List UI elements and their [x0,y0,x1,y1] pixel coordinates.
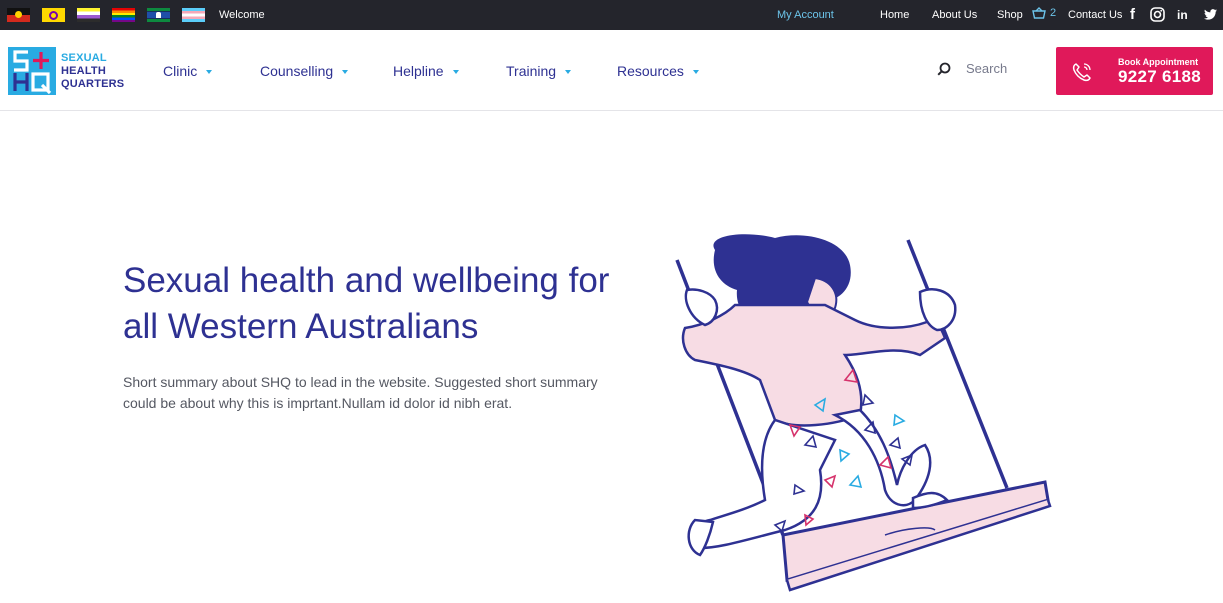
nav-resources[interactable]: Resources [617,63,699,79]
caret-down-icon [342,69,349,74]
basket-link[interactable]: 2 [1032,7,1056,19]
nav-clinic[interactable]: Clinic [163,63,213,79]
nav-helpline[interactable]: Helpline [393,63,459,79]
instagram-icon[interactable] [1150,7,1165,22]
phone-number: 9227 6188 [1118,67,1202,86]
nav-training[interactable]: Training [506,63,572,79]
top-utility-bar: Welcome My Account Home About Us Shop 2 … [0,0,1223,30]
caret-down-icon [206,69,213,74]
caret-down-icon [452,69,459,74]
transgender-flag-icon[interactable] [182,8,205,22]
nav-resources-label: Resources [617,63,684,79]
book-appointment-label: Book Appointment [1118,57,1199,67]
phone-icon [1072,63,1091,82]
torres-strait-islander-flag-icon[interactable] [147,8,170,22]
hero-summary: Short summary about SHQ to lead in the w… [123,374,598,411]
logo-line-2: HEALTH [61,64,106,77]
woman-on-swing-illustration [675,234,1052,592]
nav-counselling-label: Counselling [260,63,334,79]
basket-count: 2 [1050,7,1057,19]
hero-title: Sexual health and wellbeing for all West… [123,261,610,346]
book-appointment-button[interactable]: Book Appointment 9227 6188 [1056,47,1213,95]
main-header: SEXUAL HEALTH QUARTERS Clinic Counsellin… [0,30,1223,111]
about-us-link[interactable]: About Us [932,9,977,21]
home-link[interactable]: Home [880,9,909,21]
welcome-text: Welcome [219,9,265,21]
shop-link[interactable]: Shop [997,9,1023,21]
flag-list [7,8,217,22]
linkedin-icon[interactable]: in [1177,8,1188,22]
facebook-icon[interactable]: f [1130,6,1135,23]
search-label: Search [966,61,1008,76]
my-account-link[interactable]: My Account [777,9,834,21]
nav-training-label: Training [506,63,557,79]
contact-us-link[interactable]: Contact Us [1068,9,1122,21]
intersex-flag-icon[interactable] [42,8,65,22]
nav-clinic-label: Clinic [163,63,198,79]
shq-logo[interactable]: SEXUAL HEALTH QUARTERS [8,47,124,95]
search-icon [937,62,951,76]
twitter-icon[interactable] [1204,9,1217,20]
logo-line-1: SEXUAL [61,51,107,64]
aboriginal-flag-icon[interactable] [7,8,30,22]
basket-icon [1032,7,1046,19]
rainbow-flag-icon[interactable] [112,8,135,22]
shq-logo-mark-icon [8,47,56,95]
nonbinary-flag-icon[interactable] [77,8,100,22]
caret-down-icon [565,69,572,74]
logo-wordmark: SEXUAL HEALTH QUARTERS [61,52,124,91]
logo-line-3: QUARTERS [61,77,125,90]
nav-counselling[interactable]: Counselling [260,63,349,79]
search-field[interactable]: Search [937,61,1007,76]
caret-down-icon [692,69,699,74]
nav-helpline-label: Helpline [393,63,444,79]
